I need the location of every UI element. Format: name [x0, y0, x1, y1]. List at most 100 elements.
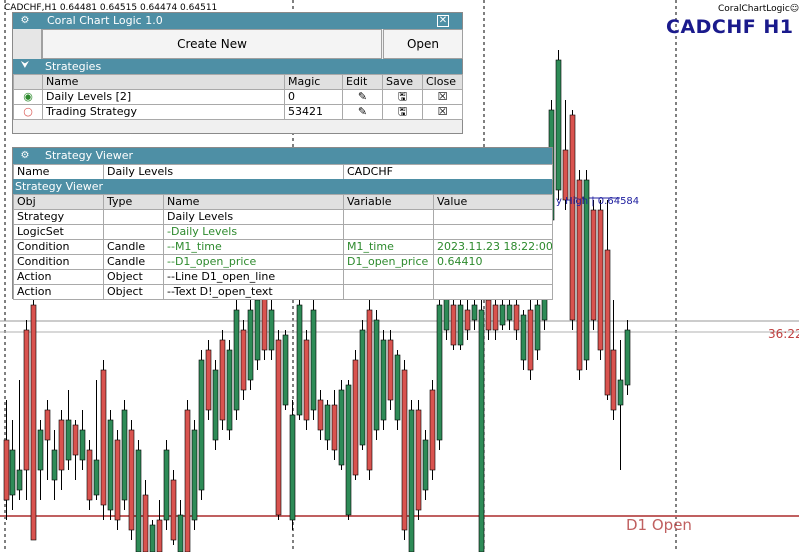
edit-icon[interactable]: ✎ — [342, 104, 383, 120]
candle-body — [604, 249, 611, 396]
open-button[interactable]: Open — [383, 29, 463, 59]
candle-body — [576, 179, 583, 371]
candle-body — [352, 359, 359, 476]
close-icon[interactable]: ✕ — [437, 15, 449, 27]
panel-titlebar[interactable]: ⚙ Coral Chart Logic 1.0 ✕ — [13, 13, 462, 29]
candle-body — [254, 299, 261, 361]
strategies-label: Strategies — [45, 60, 102, 73]
viewer-titlebar[interactable]: ⚙ Strategy Viewer — [13, 148, 552, 164]
col-variable: Variable — [343, 194, 434, 210]
row-name: -Daily Levels — [163, 224, 344, 240]
table-row[interactable]: Condition Candle --M1_time M1_time 2023.… — [13, 239, 553, 255]
candle-body — [366, 309, 373, 471]
row-type: Candle — [103, 254, 164, 270]
candle-body — [436, 304, 443, 441]
gear-icon[interactable]: ⚙ — [19, 150, 31, 162]
viewer-section-label: Strategy Viewer — [15, 180, 104, 193]
candle-body — [471, 304, 478, 321]
candle-body — [380, 339, 387, 421]
close-icon[interactable]: ☒ — [422, 89, 463, 105]
candle-body — [275, 339, 282, 516]
strategies-section[interactable]: ⮟ Strategies — [13, 59, 462, 74]
candle-body — [310, 309, 317, 411]
table-row[interactable]: Strategy Daily Levels — [13, 209, 553, 225]
candle-body — [478, 309, 485, 552]
candle-body — [30, 304, 37, 541]
name-label: Name — [13, 164, 104, 180]
candle-body — [534, 304, 541, 351]
candle-body — [37, 429, 44, 471]
candle-body — [72, 424, 79, 456]
row-obj: Strategy — [13, 209, 104, 225]
candle-body — [394, 354, 401, 421]
gear-icon[interactable]: ⚙ — [19, 15, 31, 27]
table-row[interactable]: ○ Trading Strategy 53421 ✎ 🖫 ☒ — [13, 104, 463, 120]
row-name: --Line D1_open_line — [163, 269, 344, 285]
status-active-icon[interactable]: ◉ — [13, 89, 43, 105]
row-value — [433, 224, 553, 240]
col-name: Name — [42, 74, 285, 90]
save-icon[interactable]: 🖫 — [382, 104, 423, 120]
col-type: Type — [103, 194, 164, 210]
row-value — [433, 284, 553, 300]
row-obj: Condition — [13, 254, 104, 270]
candle-body — [268, 309, 275, 351]
candle-body — [51, 449, 58, 481]
candle-body — [457, 304, 464, 346]
candle-body — [422, 439, 429, 491]
save-icon[interactable]: 🖫 — [382, 89, 423, 105]
viewer-table: Obj Type Name Variable Value Strategy Da… — [13, 194, 553, 300]
candle-body — [317, 399, 324, 431]
table-row[interactable]: Action Object --Text D!_open_text — [13, 284, 553, 300]
candle-body — [590, 209, 597, 321]
candle-body — [387, 339, 394, 401]
row-type: Object — [103, 269, 164, 285]
row-obj: LogicSet — [13, 224, 104, 240]
candle-body — [401, 369, 408, 531]
candle-body — [44, 409, 51, 441]
row-variable — [343, 224, 434, 240]
table-header: Name Magic Edit Save Close — [13, 74, 463, 90]
col-obj: Obj — [13, 194, 104, 210]
candle-body — [156, 519, 163, 552]
table-row[interactable]: Action Object --Line D1_open_line — [13, 269, 553, 285]
col-name: Name — [163, 194, 344, 210]
toolbar-spacer — [13, 29, 42, 59]
strategies-table: Name Magic Edit Save Close ◉ Daily Level… — [13, 74, 463, 120]
candle-body — [597, 209, 604, 351]
create-new-button[interactable]: Create New — [42, 29, 382, 59]
name-value: Daily Levels — [103, 164, 344, 180]
close-icon[interactable]: ☒ — [422, 104, 463, 120]
table-row[interactable]: ◉ Daily Levels [2] 0 ✎ 🖫 ☒ — [13, 89, 463, 105]
candle-body — [555, 59, 562, 191]
row-obj: Condition — [13, 239, 104, 255]
candle-body — [562, 149, 569, 201]
row-variable — [343, 284, 434, 300]
status-inactive-icon[interactable]: ○ — [13, 104, 43, 120]
row-obj: Action — [13, 284, 104, 300]
candle-body — [415, 409, 422, 511]
candle-body — [233, 309, 240, 411]
table-row[interactable]: Condition Candle --D1_open_price D1_open… — [13, 254, 553, 270]
candle-body — [520, 314, 527, 361]
candle-body — [359, 329, 366, 446]
candle-body — [184, 409, 191, 552]
edit-icon[interactable]: ✎ — [342, 89, 383, 105]
row-value — [433, 209, 553, 225]
candle-body — [617, 379, 624, 406]
candle-body — [79, 429, 86, 461]
row-variable: D1_open_price — [343, 254, 434, 270]
col-edit: Edit — [342, 74, 383, 90]
candle-body — [65, 419, 72, 461]
table-row[interactable]: LogicSet -Daily Levels — [13, 224, 553, 240]
candle-body — [226, 349, 233, 431]
row-type: Object — [103, 284, 164, 300]
chevron-down-icon[interactable]: ⮟ — [19, 60, 31, 72]
panel-title: Coral Chart Logic 1.0 — [47, 14, 163, 27]
candle-body — [331, 404, 338, 451]
candle-body — [16, 469, 23, 491]
price-label: 36:22 — [768, 327, 799, 341]
candle-body — [610, 349, 617, 411]
candle-body — [338, 389, 345, 466]
viewer-title: Strategy Viewer — [45, 149, 134, 162]
